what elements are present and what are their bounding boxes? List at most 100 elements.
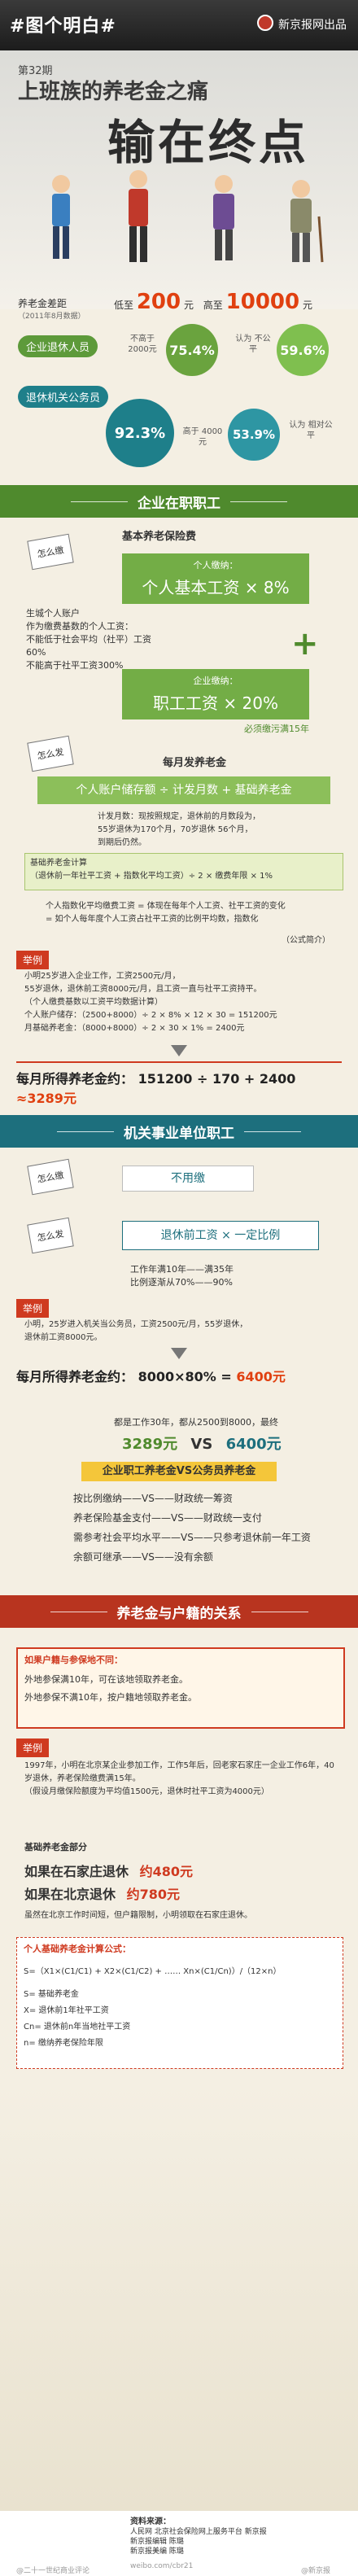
- hukou-q1: 外地参保满10年，可在该地领取养老金。: [24, 1674, 188, 1685]
- arrow-down-icon: [171, 1045, 187, 1056]
- section-hukou-banner: 养老金与户籍的关系: [0, 1595, 358, 1628]
- civil-result-label: 每月所得养老金约：: [16, 1369, 134, 1384]
- personal-formula: 个人基本工资 × 8%: [142, 578, 290, 597]
- hukou-sjz: 如果在石家庄退休: [24, 1864, 129, 1879]
- hukou-rule-box: 如果户籍与参保地不同： 外地参保满10年，可在该地领取养老金。 外地参保不满10…: [16, 1647, 345, 1729]
- case-tag: 举例: [16, 951, 50, 969]
- result-formula: 151200 ÷ 170 + 2400: [138, 1071, 296, 1087]
- gap-low-text: 低至: [114, 300, 134, 311]
- enterprise-c1-circle: 75.4%: [166, 324, 218, 376]
- header-tag: #图个明白#: [10, 16, 116, 37]
- civil-formula-box: 退休前工资 × 一定比例: [122, 1221, 319, 1250]
- index-src: （公式简介）: [282, 936, 330, 945]
- civil-result: 每月所得养老金约： 8000×80% = 6400元: [16, 1366, 342, 1385]
- banner-line-left: [57, 1131, 114, 1132]
- formula-var: n= 缴纳养老保险年限: [24, 2039, 103, 2048]
- compare-row: 按比例缴纳——VS——财政统一筹资: [73, 1493, 233, 1504]
- gap-high-unit: 元: [302, 300, 312, 311]
- formula-text: S=（X1×(C1/C1) + X2×(C1/C2) + …… Xn×(C1/C…: [24, 1967, 282, 1976]
- monthly-formula-box: 个人账户储存额 ÷ 计发月数 + 基础养老金: [37, 776, 330, 804]
- weibo-url: weibo.com/cbr21: [130, 2562, 194, 2570]
- civil-result-formula: 8000×80% =: [138, 1369, 232, 1384]
- civil-c2-label: 认为 相对公平: [289, 421, 333, 440]
- formula-var: Cn= 退休前n年当地社平工资: [24, 2023, 131, 2031]
- compare-intro: 都是工作30年，都从2500到8000，最终: [114, 1417, 278, 1428]
- enterprise-c2-circle: 59.6%: [277, 324, 329, 376]
- hukou-q2: 外地参保不满10年，按户籍地领取养老金。: [24, 1692, 197, 1703]
- gap-low-value: 200: [136, 290, 181, 314]
- hukou-note: 虽然在北京工作时间短，但户籍限制，小明领取在石家庄退休。: [24, 1911, 252, 1920]
- civil-pill: 退休机关公务员: [18, 386, 109, 408]
- gap-label-block: 养老金差距 （2011年8月数据）: [18, 296, 91, 321]
- compare-left: 3289元: [122, 1436, 178, 1453]
- credit: @二十一世纪商业评论: [16, 2567, 90, 2575]
- gap-label: 养老金差距: [18, 298, 68, 309]
- banner-line-right: [244, 1131, 301, 1132]
- section-enterprise-banner: 企业在职职工: [0, 485, 358, 518]
- personal-contribution-box: 个人缴纳： 个人基本工资 × 8%: [122, 553, 309, 604]
- enterprise-result: 每月所得养老金约： 151200 ÷ 170 + 2400 ≈3289元: [16, 1068, 342, 1107]
- compare-row: 余额可继承——VS——没有余额: [73, 1551, 213, 1563]
- index-note: 个人指数化平均缴费工资 = 体现在每年个人工资、社平工资的变化 = 如个人每年度…: [46, 902, 286, 924]
- title-line-1: 上班族的养老金之痛: [18, 80, 209, 104]
- enterprise-pill: 企业退休人员: [18, 335, 98, 357]
- civil-rule: 工作年满10年——满35年 比例逐渐从70%——90%: [130, 1264, 234, 1288]
- case-tag-3: 举例: [16, 1738, 50, 1757]
- gap-high-text: 高至: [203, 300, 223, 311]
- banner-line-right: [230, 501, 287, 502]
- civil-case-text: 小明，25岁进入机关当公务员，工资2500元/月，55岁退休， 退休前工资800…: [24, 1320, 248, 1342]
- person-young-icon: [52, 175, 70, 259]
- credit-2: @新京报: [301, 2567, 331, 2575]
- hukou-sjz-val: 约480元: [139, 1864, 193, 1879]
- person-senior-icon: [213, 175, 234, 260]
- civil-c1-circle: 92.3%: [106, 399, 174, 467]
- section-civil-title: 机关事业单位职工: [124, 1125, 234, 1142]
- pay-envelope-tag: 怎么缴: [27, 1158, 74, 1196]
- base-formula: 基础养老金计算 （退休前一年社平工资 + 指数化平均工资）÷ 2 × 缴费年限 …: [30, 859, 273, 881]
- enterprise-c2-label: 认为 不公平: [235, 335, 271, 354]
- company-contribution-box: 企业缴纳： 职工工资 × 20%: [122, 669, 309, 719]
- person-elderly-with-cane-icon: [290, 180, 324, 263]
- monthly-title: 每月发养老金: [163, 757, 227, 769]
- walking-people-illustration: [52, 170, 324, 263]
- hukou-base-title: 基础养老金部分: [24, 1842, 87, 1852]
- compare-right: 6400元: [225, 1436, 282, 1453]
- hukou-q: 如果户籍与参保地不同：: [24, 1655, 123, 1665]
- company-formula: 职工工资 × 20%: [153, 693, 278, 713]
- get-envelope-tag: 怎么发: [27, 1217, 74, 1254]
- sources: 人民网 北京社会保险网上服务平台 新京报 新京报编辑 陈璐 新京报美编 陈璐: [130, 2528, 267, 2556]
- months-note: 计发月数：现按照规定，退休前的月数段为， 55岁退休为170个月，70岁退休 5…: [98, 812, 260, 847]
- civil-result-value: 6400元: [236, 1369, 286, 1384]
- formula-box: 个人基础养老金计算公式： S=（X1×(C1/C1) + X2×(C1/C2) …: [16, 1937, 343, 2069]
- result-rule: [16, 1061, 342, 1063]
- compare-values: 3289元 VS 6400元: [122, 1432, 282, 1454]
- case-tag-2: 举例: [16, 1299, 50, 1318]
- gap-high-value: 10000: [225, 290, 300, 314]
- pay-envelope-tag: 怎么缴: [27, 533, 74, 571]
- section-civil-banner: 机关事业单位职工: [0, 1115, 358, 1148]
- plus-icon: +: [291, 625, 319, 663]
- header-brand: 新京报网出品: [278, 19, 347, 32]
- result-label: 每月所得养老金约：: [16, 1071, 134, 1087]
- civil-c2-circle: 53.9%: [228, 409, 280, 461]
- gap-sub: （2011年8月数据）: [18, 313, 85, 321]
- hukou-bj-row: 如果在北京退休 约780元: [24, 1883, 180, 1903]
- hukou-bj: 如果在北京退休: [24, 1887, 116, 1902]
- compare-row: 养老保险基金支付——VS——财政统一支付: [73, 1512, 262, 1524]
- base-insurance-title: 基本养老保险费: [122, 531, 197, 543]
- personal-label: 个人缴纳：: [193, 560, 238, 571]
- formula-title: 个人基础养老金计算公式：: [24, 1944, 131, 1954]
- company-note: 必须缴污满15年: [244, 724, 309, 734]
- compare-row: 需参考社会平均水平——VS——只参考退休前一年工资: [73, 1532, 311, 1543]
- gap-low-unit: 元: [183, 300, 194, 311]
- civil-c1-label: 高于 4000元: [182, 427, 223, 447]
- section-hukou-title: 养老金与户籍的关系: [116, 1605, 242, 1622]
- footer: 资料来源： 人民网 北京社会保险网上服务平台 新京报 新京报编辑 陈璐 新京报美…: [0, 2511, 358, 2576]
- compare-heading: 企业职工养老金VS公务员养老金: [81, 1462, 277, 1481]
- arrow-down-icon: [171, 1348, 187, 1359]
- company-label: 企业缴纳：: [193, 676, 238, 686]
- formula-var: S= 基础养老金: [24, 1990, 79, 1999]
- no-pay-box: 不用缴: [122, 1166, 254, 1192]
- formula-var: X= 退休前1年社平工资: [24, 2006, 109, 2015]
- base-note: 生城个人账户 作为缴费基数的个人工资： 不能低于社会平均（社平）工资60% 不能…: [26, 608, 151, 671]
